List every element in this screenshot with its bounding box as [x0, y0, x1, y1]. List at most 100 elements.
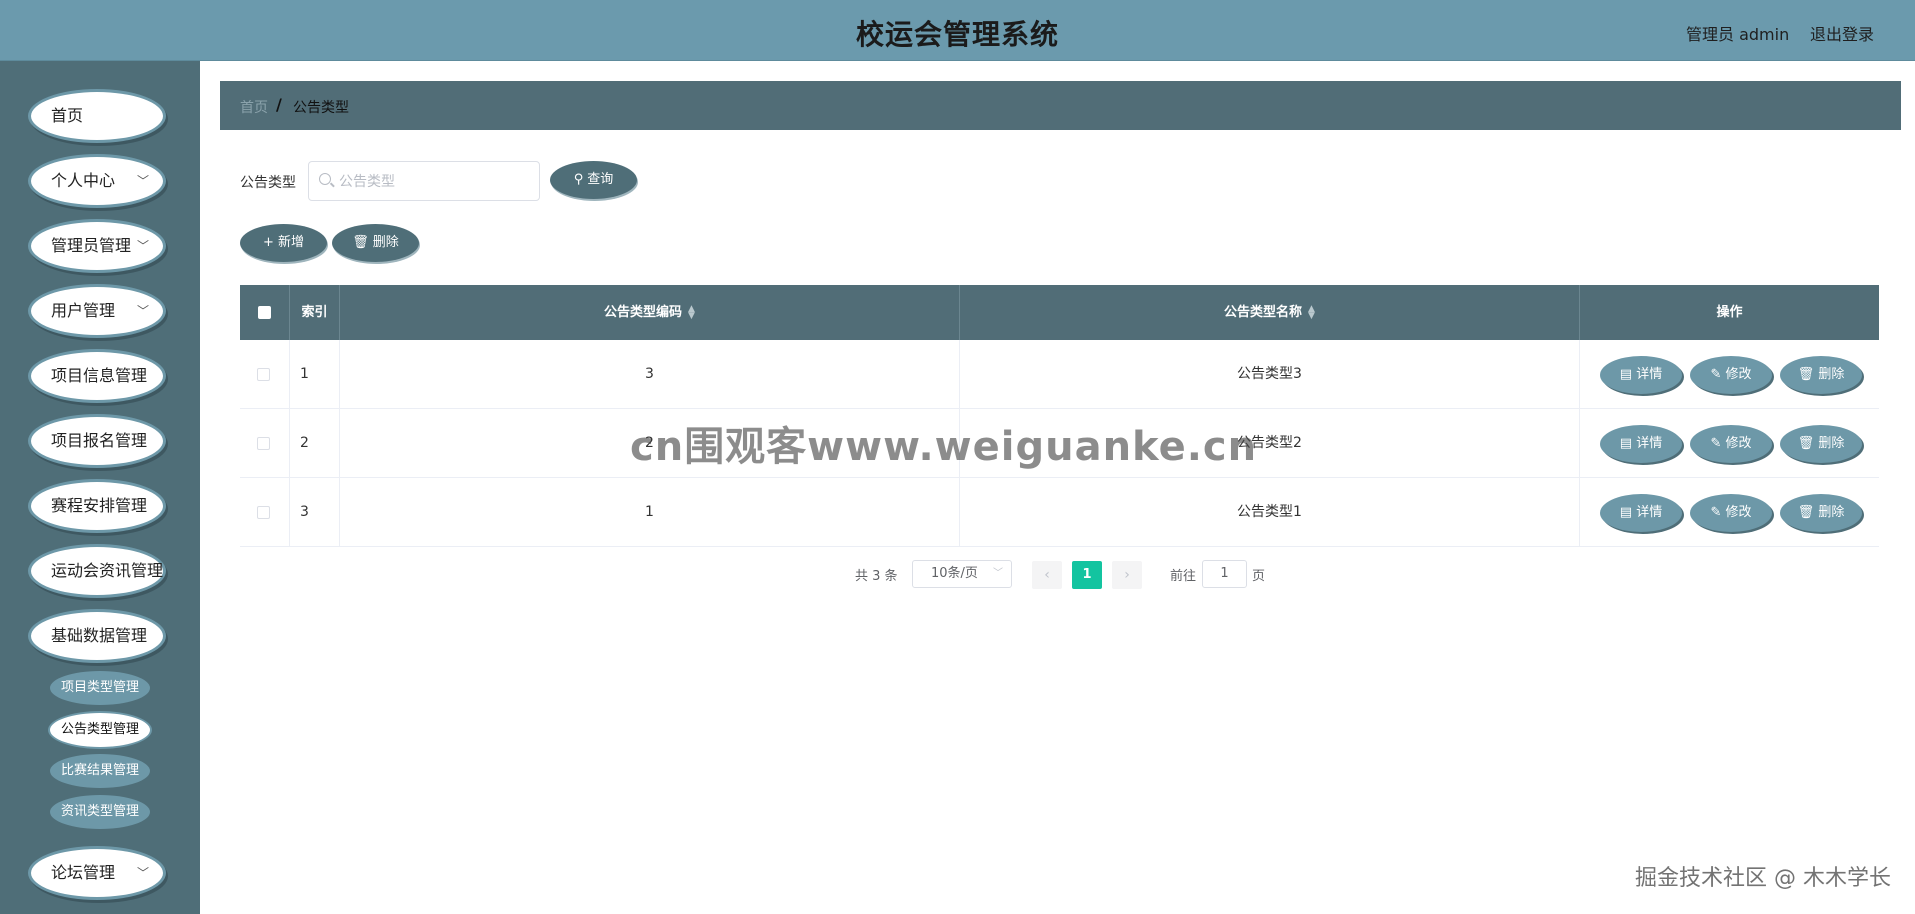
sidebar-item-user-management[interactable]: 用户管理 ﹀	[28, 284, 166, 338]
document-icon: ▤	[1619, 367, 1637, 382]
column-code-label: 公告类型编码	[604, 305, 683, 320]
goto-suffix: 页	[1252, 569, 1266, 584]
edit-button[interactable]: ✎ 修改	[1690, 494, 1772, 532]
sidebar-item-label: 运动会资讯管理	[51, 561, 164, 580]
row-select-cell	[240, 340, 290, 409]
sidebar-item-base-data[interactable]: 基础数据管理	[28, 609, 166, 663]
sidebar-item-sports-news[interactable]: 运动会资讯管理	[28, 544, 166, 598]
sort-icon[interactable]: ▲ ▼	[1308, 304, 1315, 320]
sidebar-subitem-match-result[interactable]: 比赛结果管理	[50, 754, 150, 788]
cell-name: 公告类型3	[960, 340, 1580, 409]
sidebar-subitem-notice-type[interactable]: 公告类型管理	[50, 713, 150, 747]
next-page-button[interactable]: ›	[1112, 561, 1142, 589]
detail-button[interactable]: ▤ 详情	[1600, 425, 1682, 463]
top-header: 校运会管理系统 管理员 admin 退出登录	[0, 0, 1915, 61]
cell-index: 3	[290, 478, 340, 547]
prev-page-button[interactable]: ‹	[1032, 561, 1062, 589]
cell-index: 2	[290, 409, 340, 478]
cell-index: 1	[290, 340, 340, 409]
column-code[interactable]: 公告类型编码 ▲ ▼	[340, 285, 960, 340]
cell-code: 3	[340, 340, 960, 409]
plus-icon: +	[263, 235, 274, 250]
search-label: 公告类型	[240, 175, 296, 191]
edit-label: 修改	[1725, 436, 1752, 451]
delete-button[interactable]: 🗑 删除	[1780, 494, 1862, 532]
sidebar-subitem-project-type[interactable]: 项目类型管理	[50, 671, 150, 705]
app-title: 校运会管理系统	[855, 18, 1059, 51]
breadcrumb-home[interactable]: 首页	[240, 97, 268, 117]
sidebar-item-personal-center[interactable]: 个人中心 ﹀	[28, 154, 166, 208]
goto-page-input[interactable]: 1	[1202, 560, 1247, 588]
cell-ops: ▤ 详情 ✎ 修改 🗑 删除	[1580, 340, 1879, 409]
delete-button[interactable]: 🗑 删除	[1780, 425, 1862, 463]
edit-button[interactable]: ✎ 修改	[1690, 425, 1772, 463]
column-name[interactable]: 公告类型名称 ▲ ▼	[960, 285, 1580, 340]
pencil-icon: ✎	[1710, 436, 1726, 451]
document-icon: ▤	[1619, 505, 1637, 520]
admin-user-label: 管理员 admin	[1686, 25, 1790, 44]
sidebar-item-label: 管理员管理	[51, 236, 132, 255]
column-ops: 操作	[1716, 305, 1743, 320]
add-button[interactable]: + 新增	[240, 224, 327, 262]
trash-icon: 🗑	[352, 235, 369, 250]
cell-ops: ▤ 详情 ✎ 修改 🗑 删除	[1580, 478, 1879, 547]
logout-link[interactable]: 退出登录	[1810, 21, 1874, 45]
sidebar-item-label: 基础数据管理	[51, 626, 148, 645]
add-button-label: 新增	[277, 235, 304, 250]
document-icon: ▤	[1619, 436, 1637, 451]
table-header: 索引 公告类型编码 ▲ ▼ 公告类型名称 ▲ ▼ 操作	[240, 285, 1879, 340]
search-icon	[319, 173, 331, 185]
goto-prefix: 前往	[1170, 569, 1197, 584]
sidebar-item-project-signup[interactable]: 项目报名管理	[28, 414, 166, 468]
sidebar-item-label: 论坛管理	[51, 863, 116, 882]
breadcrumb-separator: /	[276, 95, 282, 114]
page-size-select[interactable]: 10条/页 ﹀	[912, 560, 1012, 588]
search-field[interactable]	[308, 161, 540, 201]
chevron-left-icon: ‹	[1044, 567, 1050, 583]
row-select-cell	[240, 478, 290, 547]
breadcrumb: 首页 / 公告类型	[220, 81, 1901, 130]
pencil-icon: ✎	[1710, 367, 1726, 382]
sidebar-item-label: 项目信息管理	[51, 366, 148, 385]
header-select-cell	[240, 285, 290, 340]
table-row: 3 1 公告类型1 ▤ 详情 ✎ 修改 🗑 删除	[240, 478, 1879, 547]
row-checkbox[interactable]	[257, 368, 270, 381]
detail-button[interactable]: ▤ 详情	[1600, 494, 1682, 532]
row-checkbox[interactable]	[257, 506, 270, 519]
page-number-current[interactable]: 1	[1072, 561, 1102, 589]
trash-icon: 🗑	[1797, 436, 1819, 451]
sidebar-item-project-info[interactable]: 项目信息管理	[28, 349, 166, 403]
detail-label: 详情	[1636, 436, 1663, 451]
row-checkbox[interactable]	[257, 437, 270, 450]
sidebar-item-home[interactable]: 首页	[28, 89, 166, 143]
edit-label: 修改	[1725, 505, 1752, 520]
sidebar-item-label: 用户管理	[51, 301, 116, 320]
sidebar-item-label: 个人中心	[51, 171, 116, 190]
chevron-down-icon: ﹀	[136, 174, 149, 188]
delete-button[interactable]: 🗑 删除	[1780, 356, 1862, 394]
sidebar-item-label: 赛程安排管理	[51, 496, 148, 515]
delete-label: 删除	[1818, 436, 1845, 451]
pagination-total: 共 3 条	[855, 569, 898, 584]
chevron-down-icon: ﹀	[136, 866, 149, 880]
sidebar: 首页 个人中心 ﹀ 管理员管理 ﹀ 用户管理 ﹀ 项目信息管理 项目报名管理 赛程安排…	[0, 61, 200, 914]
select-all-checkbox[interactable]	[258, 306, 271, 319]
chevron-down-icon: ﹀	[993, 568, 1003, 579]
detail-button[interactable]: ▤ 详情	[1600, 356, 1682, 394]
sort-icon[interactable]: ▲ ▼	[688, 304, 695, 320]
search-input[interactable]	[339, 171, 529, 193]
query-button[interactable]: ⚲ 查询	[550, 161, 637, 199]
sidebar-item-schedule[interactable]: 赛程安排管理	[28, 479, 166, 533]
chevron-right-icon: ›	[1124, 567, 1130, 583]
sidebar-subitem-news-type[interactable]: 资讯类型管理	[50, 795, 150, 829]
sidebar-item-admin-management[interactable]: 管理员管理 ﹀	[28, 219, 166, 273]
query-button-label: 查询	[587, 172, 614, 187]
table-row: 1 3 公告类型3 ▤ 详情 ✎ 修改 🗑 删除	[240, 340, 1879, 409]
sidebar-item-forum[interactable]: 论坛管理 ﹀	[28, 846, 166, 900]
edit-label: 修改	[1725, 367, 1752, 382]
sidebar-item-label: 首页	[51, 106, 84, 125]
trash-icon: 🗑	[1797, 505, 1819, 520]
batch-delete-button[interactable]: 🗑 删除	[332, 224, 419, 262]
edit-button[interactable]: ✎ 修改	[1690, 356, 1772, 394]
column-name-label: 公告类型名称	[1224, 305, 1303, 320]
